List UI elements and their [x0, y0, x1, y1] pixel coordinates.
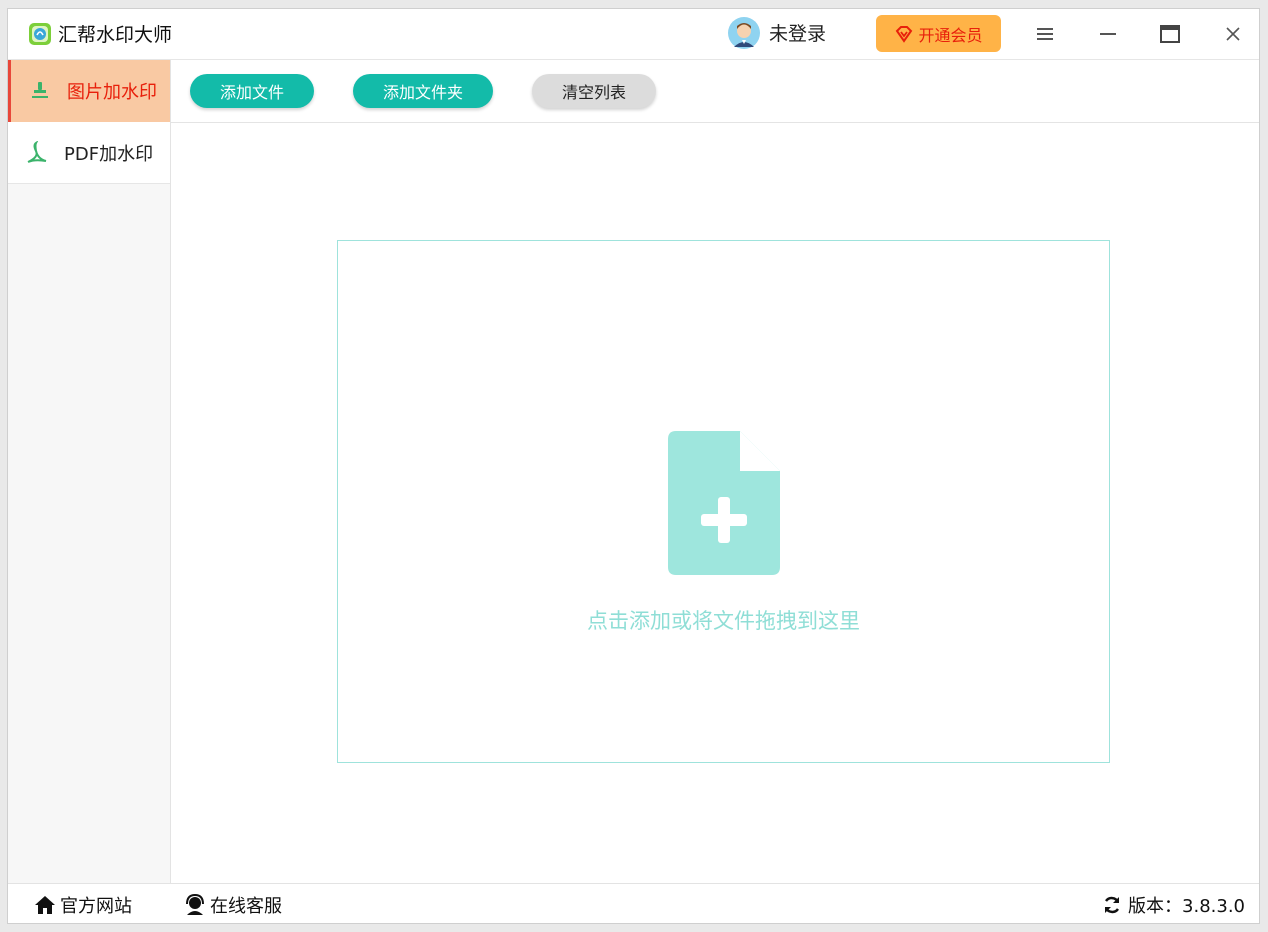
official-website-link[interactable]: 官方网站 [34, 884, 132, 923]
maximize-button[interactable] [1157, 21, 1183, 47]
title-bar: 汇帮水印大师 未登录 开通会员 [8, 9, 1259, 60]
sidebar: 图片加水印 PDF加水印 [8, 60, 171, 883]
app-logo-icon [29, 23, 51, 45]
app-title: 汇帮水印大师 [58, 24, 173, 46]
official-website-label: 官方网站 [60, 896, 132, 917]
vip-button-label: 开通会员 [918, 25, 983, 45]
status-bar: 官方网站 在线客服 版本：3.8.3.0 [8, 883, 1259, 923]
drop-hint-text: 点击添加或将文件拖拽到这里 [587, 609, 860, 633]
login-status-text[interactable]: 未登录 [769, 22, 826, 46]
hamburger-icon [1037, 28, 1053, 40]
add-file-icon [668, 431, 780, 575]
online-support-link[interactable]: 在线客服 [184, 884, 282, 923]
headset-icon [186, 894, 204, 915]
stamp-icon [27, 78, 53, 104]
sidebar-item-pdf-watermark[interactable]: PDF加水印 [8, 122, 170, 184]
online-support-label: 在线客服 [210, 896, 282, 917]
add-folder-button[interactable]: 添加文件夹 [353, 74, 493, 108]
minimize-button[interactable] [1095, 21, 1121, 47]
file-drop-zone[interactable]: 点击添加或将文件拖拽到这里 [337, 240, 1110, 763]
version-label: 版本：3.8.3.0 [1128, 896, 1245, 917]
refresh-icon[interactable] [1102, 895, 1122, 915]
avatar-icon[interactable] [728, 17, 760, 49]
version-info: 版本：3.8.3.0 [1102, 884, 1245, 923]
toolbar: 添加文件 添加文件夹 清空列表 [171, 60, 1259, 123]
close-button[interactable] [1220, 21, 1246, 47]
clear-list-button[interactable]: 清空列表 [532, 74, 656, 108]
pdf-icon [24, 140, 50, 166]
app-window: 汇帮水印大师 未登录 开通会员 图片加水印 PDF加水印 添加文件 添加文件夹 … [7, 8, 1260, 924]
sidebar-item-label: 图片加水印 [67, 82, 157, 103]
menu-button[interactable] [1032, 21, 1058, 47]
diamond-icon [896, 25, 913, 43]
add-file-button[interactable]: 添加文件 [190, 74, 314, 108]
close-icon [1226, 27, 1240, 41]
sidebar-item-image-watermark[interactable]: 图片加水印 [8, 60, 170, 122]
sidebar-item-label: PDF加水印 [64, 143, 154, 165]
home-icon [35, 896, 55, 914]
minimize-icon [1100, 33, 1116, 35]
vip-button[interactable]: 开通会员 [876, 15, 1001, 52]
maximize-icon [1160, 25, 1180, 43]
